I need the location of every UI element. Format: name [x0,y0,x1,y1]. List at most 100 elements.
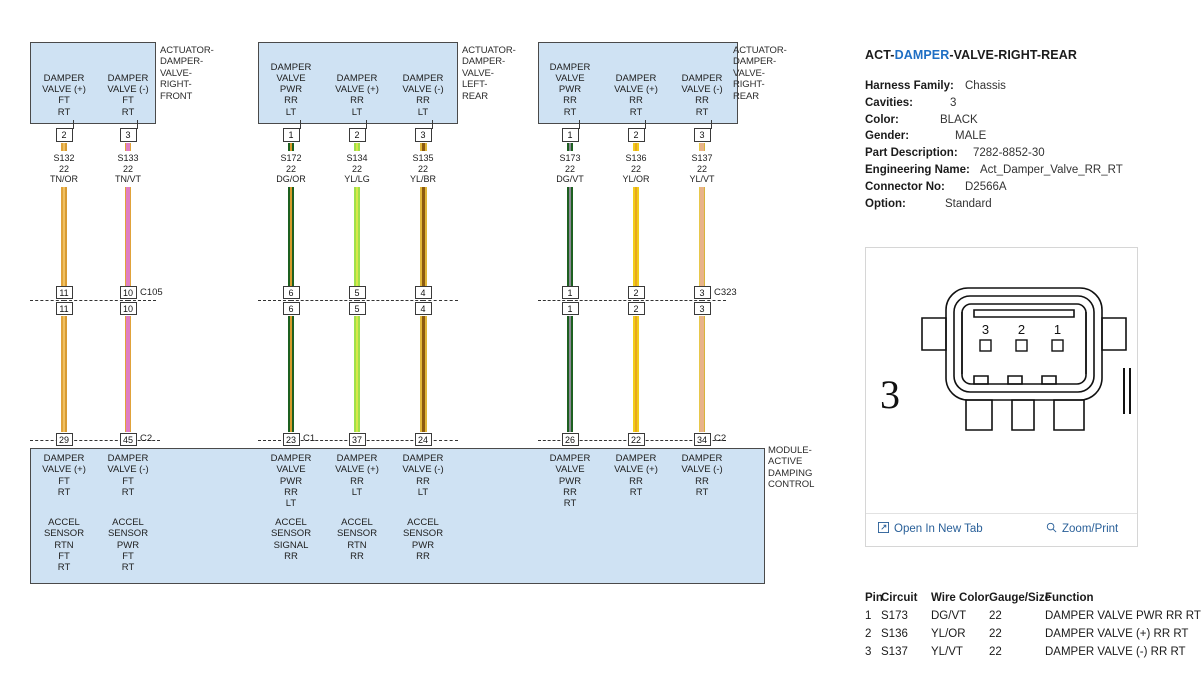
wire-color-code: TN/OR [50,174,78,185]
module-function-secondary: ACCEL SENSOR PWR RR [402,517,444,562]
pin-tail [711,120,712,129]
wire-stub [60,143,68,151]
module-function-secondary: ACCEL SENSOR RTN RR [336,517,378,562]
cell-circuit: S173 [881,610,908,622]
wire-gauge: 22 [630,163,641,174]
module-connector-ref: C1 [303,433,316,444]
spec-row: Harness Family: Chassis [865,80,1195,97]
circuit-id: S133 [117,153,139,163]
module-dash-line [291,440,357,441]
splice-connector-ref: C323 [714,287,737,298]
wire-run-upper [353,187,361,292]
splice-dash-line [291,300,357,301]
connector-pin-number: 2 [55,128,73,142]
module-function-primary: DAMPER VALVE (+) RR LT [335,453,379,498]
cell-gauge: 22 [989,628,1002,640]
splice-dash-line [538,300,570,301]
wire-gauge: 22 [696,163,707,174]
cell-wire-color: YL/VT [931,646,963,658]
panel-title: ACT-DAMPER-VALVE-RIGHT-REAR [865,48,1077,62]
wire-run-lower [419,316,427,432]
wire-color-code: YL/LG [344,174,370,185]
wire-run-lower [353,316,361,432]
pin-function-label: DAMPER VALVE (+) RR LT [335,72,379,118]
spec-row: Cavities: 3 [865,97,1195,114]
wire-strand [637,316,640,432]
module-connector-ref: C2 [140,433,153,444]
module-pin-number: 23 [282,433,300,446]
module-pin-number: 24 [414,433,432,446]
module-function-primary: DAMPER VALVE (-) RR RT [681,453,723,498]
connector-drawing: 3 2 1 [921,287,1127,431]
splice-pin-top: 3 [693,286,711,299]
wire-strand [358,143,361,151]
cavity-count-label: 3 [880,372,900,417]
cell-gauge: 22 [989,646,1002,658]
image-toolbar: Open In New Tab Zoom/Print [866,513,1137,546]
spec-key: Part Description: [865,147,958,160]
spec-value: Act_Damper_Valve_RR_RT [980,163,1123,176]
pin-function-label: DAMPER VALVE PWR RR LT [270,61,312,118]
spec-key: Gender: [865,130,910,143]
wire-run-lower [287,316,295,432]
module-connector-ref: C2 [714,433,727,444]
pin-function-label: DAMPER VALVE (+) FT RT [42,72,86,118]
circuit-id: S172 [280,153,302,163]
open-in-new-tab-label: Open In New Tab [894,523,983,535]
zoom-print-button[interactable]: Zoom/Print [1046,522,1118,536]
open-in-new-tab-button[interactable]: Open In New Tab [878,522,983,536]
pin-function-label: DAMPER VALVE (-) FT RT [107,72,149,118]
wire-label: S136 22 YL/OR [601,153,671,185]
splice-dash-line [30,300,64,301]
pin-tail [432,120,433,129]
wire-strand [129,316,132,432]
splice-pin-bottom: 10 [119,302,137,315]
header-circuit: Circuit [881,592,918,604]
wire-stub [632,143,640,151]
connector-pin-number: 1 [561,128,579,142]
wire-strand [424,187,427,292]
connector-pin-number: 3 [119,128,137,142]
wire-label: S135 22 YL/BR [388,153,458,185]
module-function-secondary: ACCEL SENSOR SIGNAL RR [270,517,312,562]
cell-pin: 3 [865,646,872,658]
wire-strand [291,143,295,151]
wire-strand [424,316,427,432]
cell-wire-color: YL/OR [931,628,966,640]
wire-color-code: YL/BR [409,174,436,185]
wire-run-lower [698,316,706,432]
module-pin-number: 34 [693,433,711,446]
wire-strand [703,143,706,151]
cell-function: DAMPER VALVE (-) RR RT [1045,646,1186,658]
spec-key: Color: [865,113,899,126]
wire-strand [358,316,361,432]
spec-key: Option: [865,197,906,210]
connector-name-act-damper-valve-left-rear: ACTUATOR- DAMPER- VALVE- LEFT- REAR [462,45,516,102]
wire-run-lower [60,316,68,432]
pin-tail [73,120,74,129]
circuit-id: S136 [625,153,647,163]
wire-strand [64,316,68,432]
cavity-number-3: 3 [982,322,989,337]
splice-pin-bottom: 11 [55,302,73,315]
splice-connector-ref: C105 [140,287,163,298]
pin-function-label: DAMPER VALVE PWR RR RT [549,61,591,118]
wire-run-lower [632,316,640,432]
splice-pin-top: 1 [561,286,579,299]
spec-key: Harness Family: [865,80,954,92]
header-wire-color: Wire Color [931,592,990,604]
wire-strand [570,187,574,292]
wire-stub [566,143,574,151]
wire-strand [570,316,574,432]
module-function-primary: DAMPER VALVE PWR RR LT [270,453,312,510]
title-highlight: DAMPER [894,48,950,62]
spec-row: Part Description: 7282-8852-30 [865,147,1195,164]
cell-function: DAMPER VALVE (+) RR RT [1045,628,1189,640]
wire-gauge: 22 [417,163,428,174]
spec-key: Cavities: [865,96,913,109]
pin-tail [645,120,646,129]
splice-pin-bottom: 3 [693,302,711,315]
wire-gauge: 22 [351,163,362,174]
connector-pin-number: 3 [414,128,432,142]
spec-key: Engineering Name: [865,163,970,176]
